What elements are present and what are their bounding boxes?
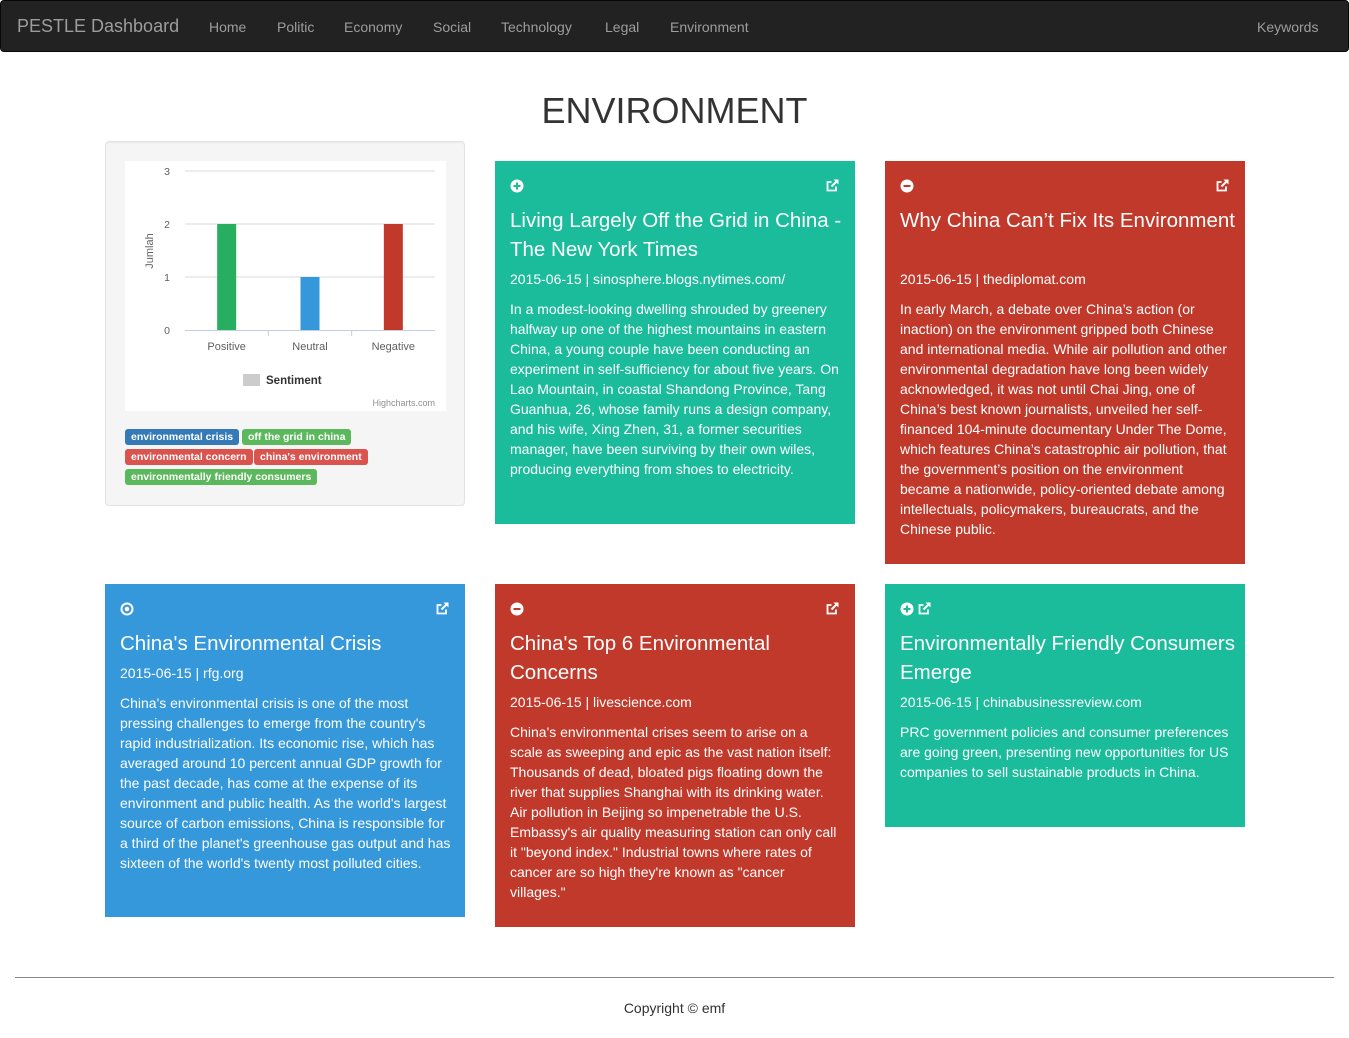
article-title[interactable]: Living Largely Off the Grid in China - T… [510,206,845,264]
article-summary: China's environmental crisis is one of t… [120,695,451,871]
plus-circle-icon [900,602,914,616]
sentiment-chart: 0 1 2 3 Positive Neutral Negative Jumlah Sent… [125,161,446,411]
article-summary: PRC government policies and consumer pre… [900,724,1229,780]
bar-negative[interactable] [383,224,403,330]
article-summary: China's environmental crises seem to ari… [510,724,837,900]
y-tick-label: 3 [164,166,170,178]
sentiment-panel: 0 1 2 3 Positive Neutral Negative Jumlah Sent… [105,141,465,506]
y-tick-label: 0 [164,325,170,337]
nav-item-environment[interactable]: Environment [670,18,749,36]
navbar-brand[interactable]: PESTLE Dashboard [17,16,179,36]
plus-circle-icon [510,179,524,193]
x-tick-label: Neutral [292,341,327,353]
x-tick-label: Positive [207,341,246,353]
external-link-icon[interactable] [1215,178,1230,193]
article-meta: 2015-06-15 | livescience.com [510,694,692,710]
article-card: Living Largely Off the Grid in China - T… [495,161,855,524]
nav-item-technology[interactable]: Technology [501,18,572,36]
nav-item-legal[interactable]: Legal [605,18,639,36]
page-title: ENVIRONMENT [541,90,808,131]
article-card: China's Top 6 Environmental Concerns 201… [495,584,855,927]
nav-item-home[interactable]: Home [209,18,246,36]
article-card: Environmentally Friendly Consumers Emerg… [885,584,1245,827]
article-card: Why China Can’t Fix Its Environment 2015… [885,161,1245,564]
article-summary: In early March, a debate over China’s ac… [900,301,1227,537]
footer-copyright: Copyright © emf [623,1000,726,1016]
external-link-icon[interactable] [825,178,840,193]
article-meta: 2015-06-15 | chinabusinessreview.com [900,694,1142,710]
y-tick-label: 1 [164,272,170,284]
keyword-tag[interactable]: environmentally friendly consumers [125,469,318,485]
nav-item-keywords[interactable]: Keywords [1257,18,1318,36]
article-meta: 2015-06-15 | thediplomat.com [900,271,1086,287]
article-meta: 2015-06-15 | sinosphere.blogs.nytimes.co… [510,271,786,287]
y-tick-label: 2 [164,219,170,231]
legend-label[interactable]: Sentiment [266,375,322,387]
minus-circle-icon [510,602,524,616]
article-title[interactable]: China's Top 6 Environmental Concerns [510,629,845,687]
article-summary: In a modest-looking dwelling shrouded by… [510,301,839,477]
nav-item-economy[interactable]: Economy [344,18,402,36]
keyword-tag[interactable]: environmental concern [125,449,253,465]
keyword-tag[interactable]: off the grid in china [242,429,352,445]
chart-credits[interactable]: Highcharts.com [372,398,435,408]
article-meta: 2015-06-15 | rfg.org [120,665,244,681]
legend-swatch[interactable] [243,374,260,386]
external-link-icon[interactable] [917,601,932,616]
keyword-tag[interactable]: environmental crisis [125,429,240,445]
footer-divider [15,977,1334,978]
article-card: China's Environmental Crisis 2015-06-15 … [105,584,465,917]
minus-circle-icon [900,179,914,193]
bar-neutral[interactable] [300,277,320,330]
external-link-icon[interactable] [435,601,450,616]
article-title[interactable]: Why China Can’t Fix Its Environment [900,206,1235,235]
dot-circle-icon [120,602,134,616]
bar-positive[interactable] [217,224,237,330]
nav-item-politic[interactable]: Politic [277,18,314,36]
article-title[interactable]: China's Environmental Crisis [120,629,455,658]
external-link-icon[interactable] [825,601,840,616]
article-title[interactable]: Environmentally Friendly Consumers Emerg… [900,629,1235,687]
sentiment-chart-svg: 0 1 2 3 Positive Neutral Negative Jumlah Sent… [144,166,435,408]
y-axis-title: Jumlah [144,233,156,268]
nav-item-social[interactable]: Social [433,18,471,36]
keyword-tag[interactable]: china's environment [254,449,368,465]
x-tick-label: Negative [372,341,415,353]
navbar: PESTLE Dashboard Home Politic Economy So… [0,0,1349,52]
